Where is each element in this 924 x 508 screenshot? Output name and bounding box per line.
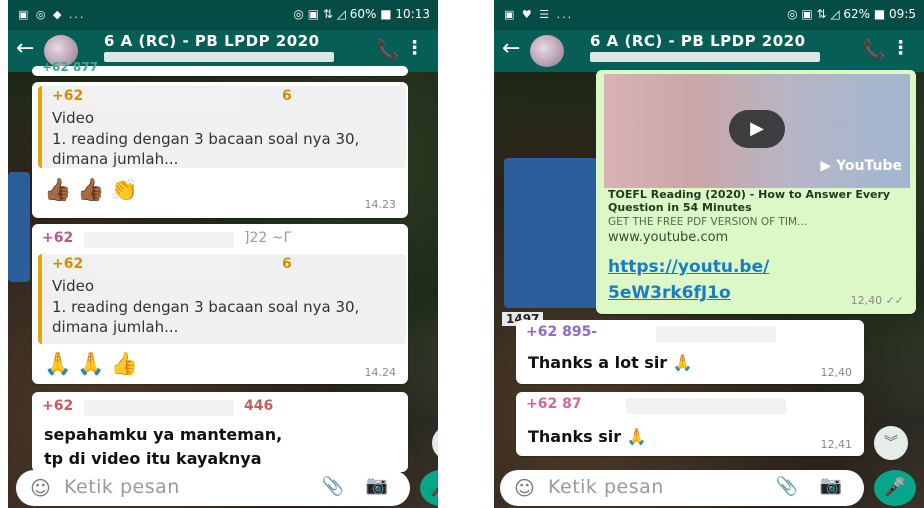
video-thumbnail[interactable]: ▶ ▶ YouTube [604,74,910,188]
link-preview-description: GET THE FREE PDF VERSION OF TIM... [608,216,808,228]
message-input-bar[interactable]: ☺ Ketik pesan 📎 📷 [16,470,410,506]
link-preview-domain: www.youtube.com [608,230,729,245]
sender-name-tail: 446 [244,398,274,414]
quote-text: 1. reading dengan 3 bacaan soal nya 30, … [52,130,360,168]
quoted-message[interactable]: +62 6 Video 1. reading dengan 3 bacaan s… [38,254,406,344]
message-link[interactable]: https://youtu.be/ [608,254,769,280]
attach-icon[interactable]: 📎 [776,476,798,497]
quote-text: 1. reading dengan 3 bacaan soal nya 30, … [52,298,360,336]
menu-icon[interactable]: ⋮ [891,37,910,59]
wallpaper-truck [504,158,604,308]
back-arrow-icon[interactable]: ← [16,36,34,61]
sender-name-tail: ]22 ~Γ [244,230,292,246]
quote-sender: +62 [52,256,84,272]
play-icon[interactable]: ▶ [729,110,785,148]
add-call-icon[interactable]: 📞 [862,38,886,61]
message-time: 12,41 [820,438,853,451]
message-time: 12,40 ✓✓ [850,294,904,307]
link-preview-title: TOEFL Reading (2020) - How to Answer Eve… [608,188,891,214]
message-text: Thanks sir 🙏 [528,427,647,446]
message-bubble[interactable]: +62 446 sepahamku ya manteman, tp di vid… [32,392,408,472]
chat-header: ← 6 A (RC) - PB LPDP 2020 📞 ⋮ [494,30,924,72]
attach-icon[interactable]: 📎 [322,476,344,497]
status-bar: ▣ ◎ ◆ ... ◎ ▣ ⇅ ◿ 60% ■ 10:13 [8,0,438,30]
message-time: 14.24 [364,366,397,379]
message-text: sepahamku ya manteman, [44,425,283,444]
menu-icon[interactable]: ⋮ [405,37,424,59]
redacted-number [90,90,240,106]
message-input-placeholder[interactable]: Ketik pesan [548,476,664,498]
left-phone-screen: ▣ ◎ ◆ ... ◎ ▣ ⇅ ◿ 60% ■ 10:13 ← 6 A (RC)… [8,0,438,508]
redacted-number [90,258,240,274]
camera-icon[interactable]: 📷 [366,475,388,496]
quote-sender: +62 [52,88,84,104]
message-text: Thanks a lot sir 🙏 [528,353,693,372]
right-phone-screen: ▣ ♥ ☰ ... ◎ ▣ ⇅ ◿ 62% ■ 09:5 ← 6 A (RC) … [494,0,924,508]
message-bubble[interactable]: +62 87 Thanks sir 🙏 12,41 [516,392,864,456]
status-icons-right: ◎ ▣ ⇅ ◿ 62% ■ 09:5 [787,7,916,21]
redacted-number [84,400,234,416]
quoted-message[interactable]: +62 6 Video 1. reading dengan 3 bacaan s… [38,86,406,168]
group-avatar[interactable] [530,35,564,67]
participants-redacted [104,52,334,62]
emoji-icon[interactable]: ☺ [30,476,51,500]
wallpaper-truck [8,172,30,282]
quote-type: Video [52,277,95,295]
status-bar: ▣ ♥ ☰ ... ◎ ▣ ⇅ ◿ 62% ■ 09:5 [494,0,924,30]
quote-sender-tail: 6 [282,256,292,272]
sender-name: +62 877 [42,60,98,74]
sender-name: +62 895- [526,324,598,340]
emoji-reaction: 🙏🙏👍 [44,352,145,377]
message-bubble[interactable]: +62 ]22 ~Γ +62 6 Video 1. reading dengan… [32,224,408,384]
redacted-number [626,398,786,414]
add-call-icon[interactable]: 📞 [376,38,400,61]
message-time: 14.23 [364,198,397,211]
camera-icon[interactable]: 📷 [820,475,842,496]
chat-title[interactable]: 6 A (RC) - PB LPDP 2020 [590,32,806,50]
youtube-logo: ▶ YouTube [820,158,902,174]
chat-title[interactable]: 6 A (RC) - PB LPDP 2020 [104,32,320,50]
scroll-down-button[interactable]: ︾ [874,426,908,460]
link-preview-message[interactable]: ▶ ▶ YouTube TOEFL Reading (2020) - How t… [596,70,916,314]
quote-sender-tail: 6 [282,88,292,104]
back-arrow-icon[interactable]: ← [502,36,520,61]
message-text: tp di video itu kayaknya [44,449,262,468]
message-input-bar[interactable]: ☺ Ketik pesan 📎 📷 [500,470,864,506]
sender-name: +62 [42,398,74,414]
emoji-reaction: 👍🏾👍🏾👏 [44,178,145,203]
sender-name: +62 [42,230,74,246]
message-bubble-partial[interactable]: +62 877 [32,60,408,76]
status-icons-right: ◎ ▣ ⇅ ◿ 60% ■ 10:13 [293,7,430,21]
status-icons-left: ▣ ◎ ◆ ... [18,8,86,21]
redacted-number [84,232,234,248]
status-icons-left: ▣ ♥ ☰ ... [504,8,574,21]
emoji-icon[interactable]: ☺ [514,476,535,500]
message-input-placeholder[interactable]: Ketik pesan [64,476,180,498]
quote-type: Video [52,109,95,127]
sender-name: +62 87 [526,396,582,412]
message-time: 12,40 [820,366,853,379]
redacted-number [656,326,776,342]
message-bubble[interactable]: +62 6 Video 1. reading dengan 3 bacaan s… [32,82,408,218]
mic-button[interactable]: 🎤 [874,470,916,506]
participants-redacted [590,52,820,62]
message-bubble[interactable]: +62 895- Thanks a lot sir 🙏 12,40 [516,320,864,384]
message-link[interactable]: 5eW3rk6fJ1o [608,280,731,306]
